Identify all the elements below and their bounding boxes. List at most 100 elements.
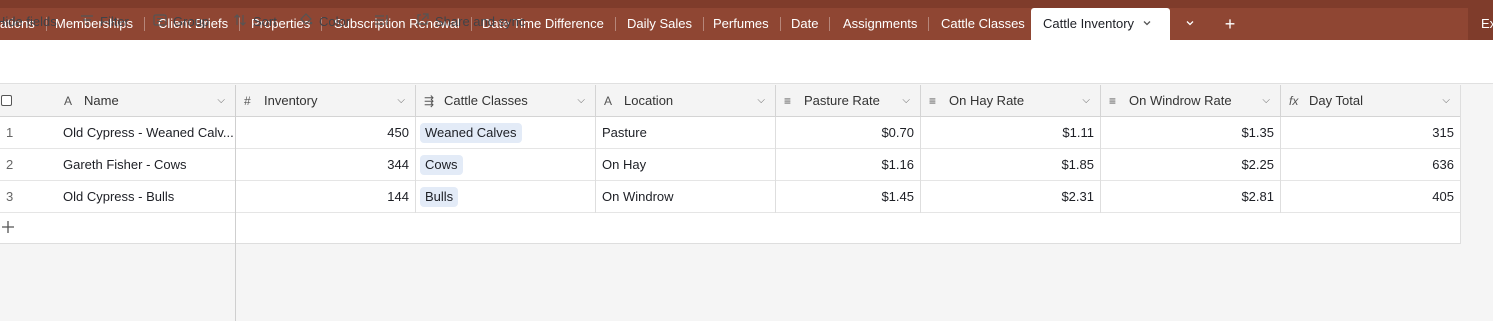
group-icon — [153, 13, 167, 31]
location-cell[interactable]: On Windrow — [596, 181, 776, 213]
day-total-cell[interactable]: 636 — [1281, 149, 1461, 181]
linked-record-pill[interactable]: Bulls — [420, 187, 459, 207]
column-label: Name — [84, 93, 119, 108]
share-icon — [415, 13, 429, 31]
table-row[interactable]: 2 Gareth Fisher - Cows 344 Cows On Hay $… — [0, 149, 1461, 181]
day-total-cell[interactable]: 315 — [1281, 117, 1461, 149]
on-hay-rate-cell[interactable]: $1.85 — [921, 149, 1101, 181]
chevron-down-icon[interactable]: ⌵ — [1262, 85, 1270, 116]
cattle-classes-cell[interactable]: Weaned Calves — [416, 117, 596, 149]
pasture-rate-cell[interactable]: $1.45 — [776, 181, 921, 213]
grid-header: A Name ⌵ # Inventory ⌵ ⇶ Cattle Classes ⌵ A… — [0, 85, 1461, 117]
hide-fields-button[interactable]: Hide fields — [0, 13, 57, 31]
chevron-down-icon[interactable]: ⌵ — [397, 85, 405, 116]
name-cell[interactable]: Gareth Fisher - Cows — [57, 149, 236, 181]
color-button[interactable]: Color — [299, 13, 350, 31]
cattle-classes-cell[interactable]: Bulls — [416, 181, 596, 213]
chevron-down-icon[interactable]: ⌵ — [577, 85, 585, 116]
on-hay-rate-cell[interactable]: $1.11 — [921, 117, 1101, 149]
color-label: Color — [319, 14, 351, 29]
pasture-rate-cell[interactable]: $0.70 — [776, 117, 921, 149]
add-record-row[interactable] — [0, 213, 1461, 244]
text-field-icon: A — [64, 94, 73, 108]
tab-daily-sales[interactable]: Daily Sales — [615, 8, 705, 40]
chevron-down-icon[interactable]: ⌵ — [757, 85, 765, 116]
frozen-column-divider[interactable] — [235, 85, 236, 321]
inventory-cell[interactable]: 144 — [236, 181, 416, 213]
linked-record-pill[interactable]: Weaned Calves — [420, 123, 522, 143]
name-cell[interactable]: Old Cypress - Weaned Calv... — [57, 117, 236, 149]
link-field-icon: ⇶ — [424, 94, 435, 108]
plus-icon[interactable] — [1, 220, 15, 237]
hide-fields-label: Hide fields — [0, 14, 57, 29]
inventory-cell[interactable]: 450 — [236, 117, 416, 149]
tab-label: Assignments — [843, 16, 918, 31]
name-cell[interactable]: Old Cypress - Bulls — [57, 181, 236, 213]
chevron-down-icon[interactable]: ⌵ — [1442, 85, 1450, 116]
column-header-pasture-rate[interactable]: ≡ Pasture Rate ⌵ — [776, 85, 921, 116]
filter-button[interactable]: Filter — [80, 13, 129, 31]
chevron-down-icon[interactable]: ⌵ — [217, 85, 225, 116]
tab-cattle-classes[interactable]: Cattle Classes — [929, 8, 1037, 40]
tabs-more-chevron-icon[interactable] — [1176, 8, 1204, 40]
column-header-location[interactable]: A Location ⌵ — [596, 85, 776, 116]
table-row[interactable]: 1 Old Cypress - Weaned Calv... 450 Weane… — [0, 117, 1461, 149]
column-header-day-total[interactable]: fx Day Total ⌵ — [1281, 85, 1461, 116]
row-number: 2 — [6, 157, 14, 172]
sort-label: Sort — [253, 14, 277, 29]
extensions-tab[interactable]: Ex — [1468, 8, 1493, 40]
cattle-classes-cell[interactable]: Cows — [416, 149, 596, 181]
tab-label: Daily Sales — [627, 16, 693, 31]
on-windrow-rate-cell[interactable]: $2.25 — [1101, 149, 1281, 181]
add-table-plus-icon[interactable]: + — [1216, 8, 1244, 40]
table-row[interactable]: 3 Old Cypress - Bulls 144 Bulls On Windr… — [0, 181, 1461, 213]
share-and-sync-button[interactable]: Share and sync — [415, 13, 525, 31]
on-hay-rate-cell[interactable]: $2.31 — [921, 181, 1101, 213]
grid-right-edge — [1460, 85, 1461, 244]
column-label: Inventory — [264, 93, 318, 108]
tab-label: Perfumes — [713, 16, 769, 31]
row-height-button[interactable] — [374, 13, 394, 31]
day-total-cell[interactable]: 405 — [1281, 181, 1461, 213]
tab-cattle-inventory[interactable]: Cattle Inventory — [1031, 8, 1170, 40]
sort-button[interactable]: Sort — [233, 13, 277, 31]
linked-record-pill[interactable]: Cows — [420, 155, 463, 175]
column-header-on-windrow-rate[interactable]: ≡ On Windrow Rate ⌵ — [1101, 85, 1281, 116]
tab-date[interactable]: Date — [779, 8, 831, 40]
filter-label: Filter — [100, 14, 129, 29]
filter-icon — [80, 13, 94, 31]
tab-label: Cattle Classes — [941, 16, 1025, 31]
on-windrow-rate-cell[interactable]: $2.81 — [1101, 181, 1281, 213]
chevron-down-icon[interactable]: ⌵ — [1082, 85, 1090, 116]
tab-perfumes[interactable]: Perfumes — [701, 8, 781, 40]
column-header-name[interactable]: A Name ⌵ — [0, 85, 236, 116]
select-all-checkbox[interactable] — [1, 95, 12, 106]
column-header-on-hay-rate[interactable]: ≡ On Hay Rate ⌵ — [921, 85, 1101, 116]
group-button[interactable]: Group — [153, 13, 209, 31]
tabbar-top-strip — [0, 0, 1493, 8]
group-label: Group — [173, 14, 210, 29]
number-field-icon: # — [244, 94, 251, 108]
inventory-cell[interactable]: 344 — [236, 149, 416, 181]
row-height-icon — [374, 13, 388, 31]
column-label: Day Total — [1309, 93, 1363, 108]
column-label: Pasture Rate — [804, 93, 880, 108]
view-toolbar — [0, 40, 1493, 84]
text-field-icon: A — [604, 94, 613, 108]
location-cell[interactable]: Pasture — [596, 117, 776, 149]
lookup-field-icon: ≡ — [1109, 94, 1117, 108]
column-label: On Hay Rate — [949, 93, 1025, 108]
share-label: Share and sync — [435, 14, 526, 29]
extensions-label: Ex — [1481, 16, 1493, 31]
column-header-cattle-classes[interactable]: ⇶ Cattle Classes ⌵ — [416, 85, 596, 116]
pasture-rate-cell[interactable]: $1.16 — [776, 149, 921, 181]
column-label: On Windrow Rate — [1129, 93, 1232, 108]
location-cell[interactable]: On Hay — [596, 149, 776, 181]
chevron-down-icon[interactable] — [1142, 8, 1152, 40]
tab-assignments[interactable]: Assignments — [831, 8, 930, 40]
on-windrow-rate-cell[interactable]: $1.35 — [1101, 117, 1281, 149]
column-label: Cattle Classes — [444, 93, 528, 108]
chevron-down-icon[interactable]: ⌵ — [902, 85, 910, 116]
lookup-field-icon: ≡ — [784, 94, 792, 108]
column-header-inventory[interactable]: # Inventory ⌵ — [236, 85, 416, 116]
